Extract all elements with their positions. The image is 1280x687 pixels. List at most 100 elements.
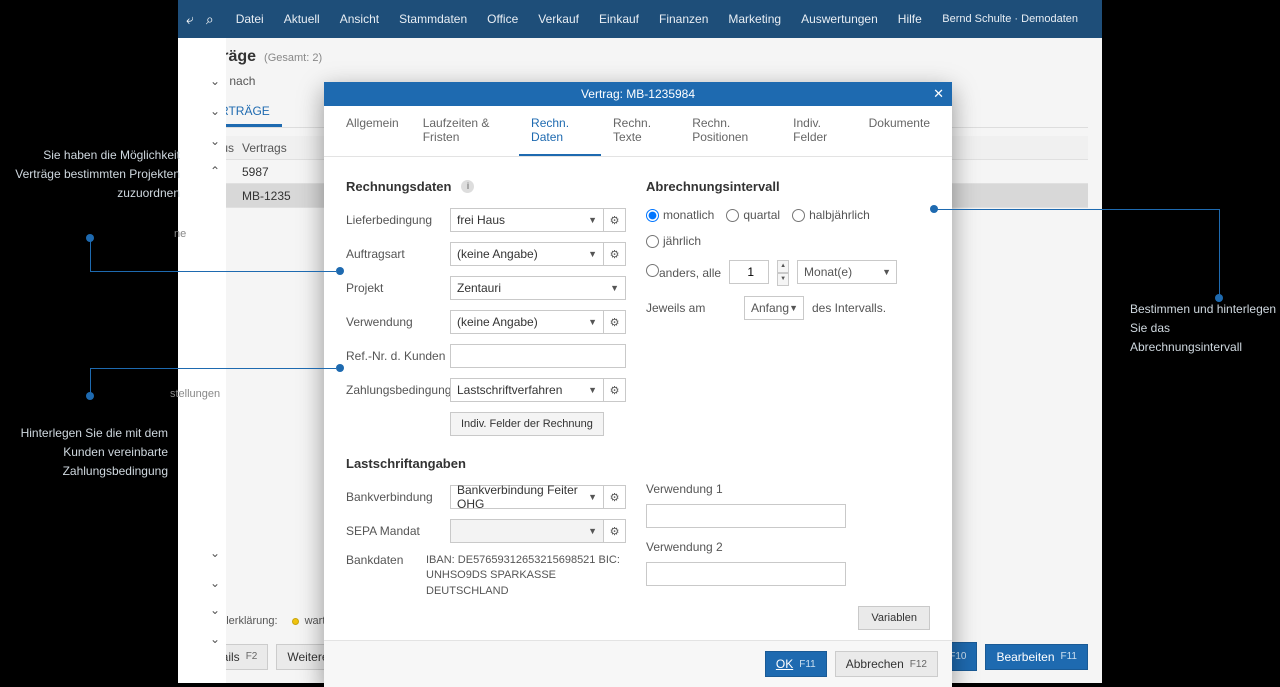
cell-num: 5987: [242, 165, 332, 179]
bearbeiten-button[interactable]: BearbeitenF11: [985, 644, 1088, 670]
sidebar: ⌄ ⌄ ⌄ ⌃ ⌄ ⌄ ⌄ ⌄ ne stellungen: [178, 38, 226, 683]
menu-verkauf[interactable]: Verkauf: [528, 12, 589, 26]
gear-icon[interactable]: ⚙: [604, 208, 626, 232]
lieferbedingung-label: Lieferbedingung: [346, 213, 450, 227]
chevron-down-icon[interactable]: ⌄: [206, 576, 224, 594]
contract-dialog: Vertrag: MB-1235984 ✕ AllgemeinLaufzeite…: [324, 82, 952, 687]
dialog-tab-4[interactable]: Rechn. Positionen: [680, 106, 781, 156]
menu-office[interactable]: Office: [477, 12, 528, 26]
dialog-tab-0[interactable]: Allgemein: [334, 106, 411, 156]
bank-label: Bankverbindung: [346, 490, 450, 504]
gear-icon[interactable]: ⚙: [604, 310, 626, 334]
gear-icon[interactable]: ⚙: [604, 519, 626, 543]
spin-up-icon[interactable]: ▲: [777, 260, 789, 273]
anders-radio[interactable]: anders, alle: [646, 264, 721, 280]
cell-num: MB-1235: [242, 189, 332, 203]
refnr-label: Ref.-Nr. d. Kunden: [346, 349, 450, 363]
chevron-down-icon[interactable]: ⌄: [206, 134, 224, 152]
chevron-down-icon[interactable]: ⌄: [206, 104, 224, 122]
spin-down-icon[interactable]: ▼: [777, 273, 789, 286]
verw2-label: Verwendung 2: [646, 540, 736, 554]
sepa-label: SEPA Mandat: [346, 524, 450, 538]
indiv-felder-button[interactable]: Indiv. Felder der Rechnung: [450, 412, 604, 436]
section-lastschrift: Lastschriftangaben: [346, 456, 626, 471]
chevron-down-icon: ▼: [588, 215, 597, 225]
sidebar-fragment: ne: [174, 228, 186, 240]
chevron-down-icon: ▼: [588, 249, 597, 259]
menu-finanzen[interactable]: Finanzen: [649, 12, 718, 26]
record-count: (Gesamt: 2): [264, 52, 322, 64]
dialog-tab-6[interactable]: Dokumente: [857, 106, 942, 156]
jeweils-select[interactable]: Anfang▼: [744, 296, 804, 320]
bankdaten-value: IBAN: DE57659312653215698521 BIC: UNHSO9…: [426, 553, 626, 599]
sepa-select[interactable]: ▼: [450, 519, 604, 543]
menu-stammdaten[interactable]: Stammdaten: [389, 12, 477, 26]
variablen-button[interactable]: Variablen: [858, 606, 930, 630]
chevron-down-icon: ▼: [588, 492, 597, 502]
dialog-tab-2[interactable]: Rechn. Daten: [519, 106, 601, 156]
verwendung-select[interactable]: (keine Angabe)▼: [450, 310, 604, 334]
dialog-tab-3[interactable]: Rechn. Texte: [601, 106, 680, 156]
auftragsart-label: Auftragsart: [346, 247, 450, 261]
menu-marketing[interactable]: Marketing: [718, 12, 791, 26]
bankdaten-label: Bankdaten: [346, 553, 426, 567]
menu-einkauf[interactable]: Einkauf: [589, 12, 649, 26]
chevron-down-icon[interactable]: ⌄: [206, 546, 224, 564]
anders-unit-select[interactable]: Monat(e)▼: [797, 260, 897, 284]
chevron-down-icon: ▼: [588, 317, 597, 327]
chevron-up-icon[interactable]: ⌃: [206, 164, 224, 182]
intervall-radio-quartal[interactable]: quartal: [726, 208, 780, 222]
dialog-tab-1[interactable]: Laufzeiten & Fristen: [411, 106, 519, 156]
callout-intervall: Bestimmen und hinterlegen Sie das Abrech…: [1108, 300, 1278, 358]
user-label: Bernd Schulte · Demodaten: [942, 13, 1078, 25]
cancel-button[interactable]: AbbrechenF12: [835, 651, 938, 677]
dialog-tab-5[interactable]: Indiv. Felder: [781, 106, 856, 156]
callout-projekt: Sie haben die Möglichkeit Verträge besti…: [2, 146, 202, 204]
menu-ansicht[interactable]: Ansicht: [330, 12, 389, 26]
gear-icon[interactable]: ⚙: [604, 485, 626, 509]
zahlung-label: Zahlungsbedingung: [346, 383, 450, 397]
gear-icon[interactable]: ⚙: [604, 242, 626, 266]
verw1-label: Verwendung 1: [646, 482, 736, 496]
intervall-radio-jährlich[interactable]: jährlich: [646, 234, 701, 248]
dialog-title: Vertrag: MB-1235984 ✕: [324, 82, 952, 106]
close-icon[interactable]: ✕: [933, 86, 944, 102]
chevron-down-icon: ▼: [789, 303, 798, 313]
sidebar-fragment: stellungen: [170, 388, 220, 400]
info-icon[interactable]: i: [461, 180, 474, 193]
projekt-select[interactable]: Zentauri▼: [450, 276, 626, 300]
menu-aktuell[interactable]: Aktuell: [274, 12, 330, 26]
back-icon[interactable]: ⤶: [186, 11, 194, 28]
section-intervall: Abrechnungsintervall: [646, 179, 930, 194]
projekt-label: Projekt: [346, 281, 450, 295]
menu-auswertungen[interactable]: Auswertungen: [791, 12, 888, 26]
chevron-down-icon: ▼: [588, 526, 597, 536]
chevron-down-icon: ▼: [882, 267, 891, 277]
menu-datei[interactable]: Datei: [226, 12, 274, 26]
verw2-input[interactable]: [646, 562, 846, 586]
chevron-down-icon[interactable]: ⌄: [206, 632, 224, 650]
section-rechnungsdaten: Rechnungsdaten i: [346, 179, 626, 194]
refnr-input[interactable]: [450, 344, 626, 368]
dialog-tabs: AllgemeinLaufzeiten & FristenRechn. Date…: [324, 106, 952, 157]
chevron-down-icon[interactable]: ⌄: [206, 603, 224, 621]
menu-hilfe[interactable]: Hilfe: [888, 12, 932, 26]
chevron-down-icon[interactable]: ⌄: [206, 74, 224, 92]
chevron-down-icon: ▼: [588, 385, 597, 395]
menubar: ⤶ ⌕ DateiAktuellAnsichtStammdatenOfficeV…: [178, 0, 1102, 38]
anders-value[interactable]: [729, 260, 769, 284]
col-vertragsnr[interactable]: Vertrags: [242, 141, 332, 155]
intervall-radio-halbjährlich[interactable]: halbjährlich: [792, 208, 870, 222]
ok-button[interactable]: OKF11: [765, 651, 827, 677]
auftragsart-select[interactable]: (keine Angabe)▼: [450, 242, 604, 266]
chevron-down-icon: ▼: [610, 283, 619, 293]
bank-select[interactable]: Bankverbindung Feiter OHG▼: [450, 485, 604, 509]
search-icon[interactable]: ⌕: [206, 11, 214, 28]
gear-icon[interactable]: ⚙: [604, 378, 626, 402]
lieferbedingung-select[interactable]: frei Haus▼: [450, 208, 604, 232]
intervall-radio-monatlich[interactable]: monatlich: [646, 208, 714, 222]
jeweils-label: Jeweils am: [646, 301, 736, 315]
verw1-input[interactable]: [646, 504, 846, 528]
callout-zahlung: Hinterlegen Sie die mit dem Kunden verei…: [2, 424, 192, 482]
zahlung-select[interactable]: Lastschriftverfahren▼: [450, 378, 604, 402]
